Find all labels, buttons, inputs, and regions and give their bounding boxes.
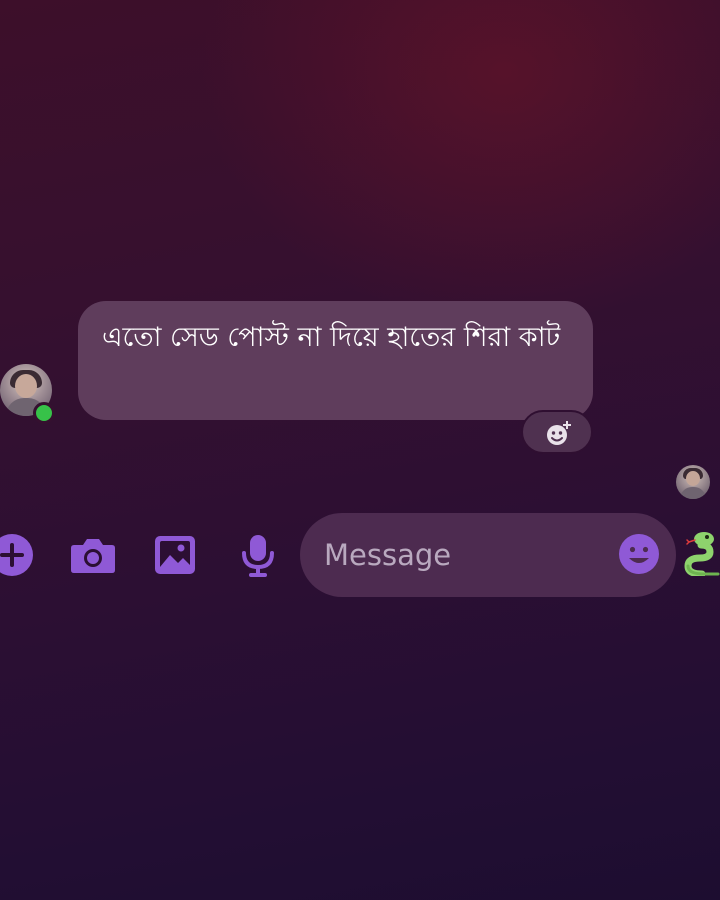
gallery-icon[interactable]	[154, 535, 196, 575]
incoming-message-bubble[interactable]: এতো সেড পোস্ট না দিয়ে হাতের শিরা কাট	[78, 301, 593, 420]
add-reaction-icon	[547, 421, 571, 445]
online-status-dot	[33, 402, 55, 424]
chat-screen: এতো সেড পোস্ট না দিয়ে হাতের শিরা কাট	[0, 0, 720, 900]
incoming-message-text: এতো সেড পোস্ট না দিয়ে হাতের শিরা কাট	[102, 322, 561, 353]
snake-icon[interactable]	[684, 530, 720, 576]
message-input[interactable]	[324, 535, 604, 575]
plus-icon[interactable]	[0, 533, 34, 577]
microphone-icon[interactable]	[240, 533, 276, 579]
camera-icon[interactable]	[70, 535, 116, 575]
add-reaction-button[interactable]	[521, 410, 593, 454]
message-field[interactable]	[300, 513, 676, 597]
seen-receipt-avatar	[676, 465, 710, 499]
emoji-icon[interactable]	[618, 533, 660, 575]
